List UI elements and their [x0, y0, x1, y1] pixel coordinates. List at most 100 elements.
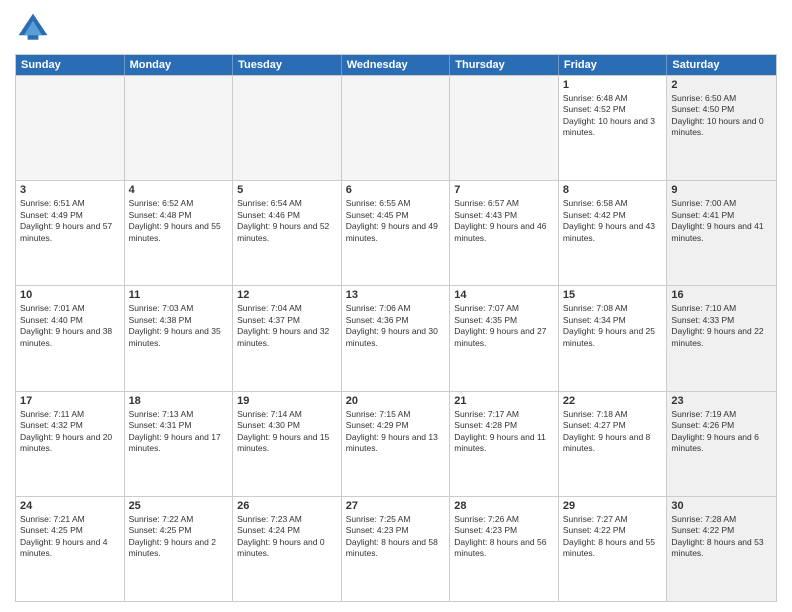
logo-icon	[15, 10, 51, 46]
weekday-header-monday: Monday	[125, 55, 234, 75]
day-number: 20	[346, 395, 446, 407]
calendar-cell-day-25: 25 Sunrise: 7:22 AM Sunset: 4:25 PM Dayli…	[125, 497, 234, 601]
calendar-cell-day-26: 26Sunrise: 7:23 AM Sunset: 4:24 PM Dayli…	[233, 497, 342, 601]
cell-info: Sunrise: 6:55 AM Sunset: 4:45 PM Dayligh…	[346, 198, 446, 244]
calendar-cell-day-29: 29 Sunrise: 7:27 AM Sunset: 4:22 PM Dayli…	[559, 497, 668, 601]
cell-info: Sunrise: 7:15 AM Sunset: 4:29 PM Dayligh…	[346, 409, 446, 455]
calendar-cell-day-23: 23Sunrise: 7:19 AM Sunset: 4:26 PM Dayli…	[667, 392, 776, 496]
day-number: 5	[237, 184, 337, 196]
calendar-cell-day-14: 14 Sunrise: 7:07 AM Sunset: 4:35 PM Dayli…	[450, 286, 559, 390]
cell-info: Sunrise: 7:18 AM Sunset: 4:27 PM Dayligh…	[563, 409, 663, 455]
cell-info: Sunrise: 6:51 AM Sunset: 4:49 PM Dayligh…	[20, 198, 120, 244]
cell-info: Sunrise: 7:03 AM Sunset: 4:38 PM Dayligh…	[129, 303, 229, 349]
cell-info: Sunrise: 7:14 AM Sunset: 4:30 PM Dayligh…	[237, 409, 337, 455]
cell-info: Sunrise: 7:10 AM Sunset: 4:33 PM Dayligh…	[671, 303, 772, 349]
calendar-cell-day-1: 1Sunrise: 6:48 AM Sunset: 4:52 PM Daylig…	[559, 76, 668, 180]
calendar-cell-day-20: 20 Sunrise: 7:15 AM Sunset: 4:29 PM Dayli…	[342, 392, 451, 496]
calendar-body: 1Sunrise: 6:48 AM Sunset: 4:52 PM Daylig…	[16, 75, 776, 601]
day-number: 18	[129, 395, 229, 407]
calendar-cell-day-17: 17 Sunrise: 7:11 AM Sunset: 4:32 PM Dayli…	[16, 392, 125, 496]
day-number: 11	[129, 289, 229, 301]
day-number: 12	[237, 289, 337, 301]
cell-info: Sunrise: 7:21 AM Sunset: 4:25 PM Dayligh…	[20, 514, 120, 560]
cell-info: Sunrise: 7:04 AM Sunset: 4:37 PM Dayligh…	[237, 303, 337, 349]
cell-info: Sunrise: 7:28 AM Sunset: 4:22 PM Dayligh…	[671, 514, 772, 560]
cell-info: Sunrise: 6:57 AM Sunset: 4:43 PM Dayligh…	[454, 198, 554, 244]
day-number: 10	[20, 289, 120, 301]
calendar-row-2: 10 Sunrise: 7:01 AM Sunset: 4:40 PM Dayli…	[16, 285, 776, 390]
calendar-cell-day-30: 30 Sunrise: 7:28 AM Sunset: 4:22 PM Dayli…	[667, 497, 776, 601]
calendar-cell-day-4: 4 Sunrise: 6:52 AM Sunset: 4:48 PM Daylig…	[125, 181, 234, 285]
day-number: 24	[20, 500, 120, 512]
calendar-cell-day-24: 24 Sunrise: 7:21 AM Sunset: 4:25 PM Dayli…	[16, 497, 125, 601]
calendar-row-4: 24 Sunrise: 7:21 AM Sunset: 4:25 PM Dayli…	[16, 496, 776, 601]
calendar-cell-day-19: 19 Sunrise: 7:14 AM Sunset: 4:30 PM Dayli…	[233, 392, 342, 496]
calendar-cell-day-21: 21 Sunrise: 7:17 AM Sunset: 4:28 PM Dayli…	[450, 392, 559, 496]
calendar-cell-day-18: 18Sunrise: 7:13 AM Sunset: 4:31 PM Dayli…	[125, 392, 234, 496]
calendar-cell-day-3: 3 Sunrise: 6:51 AM Sunset: 4:49 PM Daylig…	[16, 181, 125, 285]
day-number: 25	[129, 500, 229, 512]
cell-info: Sunrise: 7:27 AM Sunset: 4:22 PM Dayligh…	[563, 514, 663, 560]
page: SundayMondayTuesdayWednesdayThursdayFrid…	[0, 0, 792, 612]
logo	[15, 10, 55, 46]
day-number: 13	[346, 289, 446, 301]
cell-info: Sunrise: 6:52 AM Sunset: 4:48 PM Dayligh…	[129, 198, 229, 244]
calendar-cell-empty	[16, 76, 125, 180]
cell-info: Sunrise: 7:17 AM Sunset: 4:28 PM Dayligh…	[454, 409, 554, 455]
calendar-cell-day-2: 2 Sunrise: 6:50 AM Sunset: 4:50 PM Daylig…	[667, 76, 776, 180]
calendar-cell-day-15: 15 Sunrise: 7:08 AM Sunset: 4:34 PM Dayli…	[559, 286, 668, 390]
header	[15, 10, 777, 46]
cell-info: Sunrise: 7:22 AM Sunset: 4:25 PM Dayligh…	[129, 514, 229, 560]
calendar-cell-day-10: 10 Sunrise: 7:01 AM Sunset: 4:40 PM Dayli…	[16, 286, 125, 390]
day-number: 4	[129, 184, 229, 196]
calendar-cell-day-9: 9Sunrise: 7:00 AM Sunset: 4:41 PM Daylig…	[667, 181, 776, 285]
day-number: 14	[454, 289, 554, 301]
day-number: 27	[346, 500, 446, 512]
calendar-cell-day-16: 16 Sunrise: 7:10 AM Sunset: 4:33 PM Dayli…	[667, 286, 776, 390]
cell-info: Sunrise: 7:07 AM Sunset: 4:35 PM Dayligh…	[454, 303, 554, 349]
calendar-cell-day-7: 7 Sunrise: 6:57 AM Sunset: 4:43 PM Daylig…	[450, 181, 559, 285]
cell-info: Sunrise: 7:00 AM Sunset: 4:41 PM Dayligh…	[671, 198, 772, 244]
weekday-header-friday: Friday	[559, 55, 668, 75]
cell-info: Sunrise: 7:23 AM Sunset: 4:24 PM Dayligh…	[237, 514, 337, 560]
day-number: 30	[671, 500, 772, 512]
day-number: 21	[454, 395, 554, 407]
day-number: 17	[20, 395, 120, 407]
calendar-header: SundayMondayTuesdayWednesdayThursdayFrid…	[16, 55, 776, 75]
cell-info: Sunrise: 7:11 AM Sunset: 4:32 PM Dayligh…	[20, 409, 120, 455]
cell-info: Sunrise: 6:58 AM Sunset: 4:42 PM Dayligh…	[563, 198, 663, 244]
day-number: 28	[454, 500, 554, 512]
day-number: 8	[563, 184, 663, 196]
calendar-cell-day-11: 11 Sunrise: 7:03 AM Sunset: 4:38 PM Dayli…	[125, 286, 234, 390]
day-number: 29	[563, 500, 663, 512]
weekday-header-saturday: Saturday	[667, 55, 776, 75]
cell-info: Sunrise: 7:06 AM Sunset: 4:36 PM Dayligh…	[346, 303, 446, 349]
cell-info: Sunrise: 6:50 AM Sunset: 4:50 PM Dayligh…	[671, 93, 772, 139]
cell-info: Sunrise: 7:08 AM Sunset: 4:34 PM Dayligh…	[563, 303, 663, 349]
day-number: 3	[20, 184, 120, 196]
cell-info: Sunrise: 6:54 AM Sunset: 4:46 PM Dayligh…	[237, 198, 337, 244]
calendar: SundayMondayTuesdayWednesdayThursdayFrid…	[15, 54, 777, 602]
day-number: 22	[563, 395, 663, 407]
weekday-header-thursday: Thursday	[450, 55, 559, 75]
calendar-cell-day-12: 12 Sunrise: 7:04 AM Sunset: 4:37 PM Dayli…	[233, 286, 342, 390]
cell-info: Sunrise: 7:01 AM Sunset: 4:40 PM Dayligh…	[20, 303, 120, 349]
day-number: 15	[563, 289, 663, 301]
calendar-cell-empty	[233, 76, 342, 180]
calendar-cell-empty	[125, 76, 234, 180]
calendar-row-1: 3 Sunrise: 6:51 AM Sunset: 4:49 PM Daylig…	[16, 180, 776, 285]
cell-info: Sunrise: 7:26 AM Sunset: 4:23 PM Dayligh…	[454, 514, 554, 560]
day-number: 7	[454, 184, 554, 196]
day-number: 16	[671, 289, 772, 301]
calendar-cell-empty	[342, 76, 451, 180]
calendar-cell-day-27: 27 Sunrise: 7:25 AM Sunset: 4:23 PM Dayli…	[342, 497, 451, 601]
day-number: 19	[237, 395, 337, 407]
weekday-header-sunday: Sunday	[16, 55, 125, 75]
day-number: 2	[671, 79, 772, 91]
calendar-cell-day-28: 28 Sunrise: 7:26 AM Sunset: 4:23 PM Dayli…	[450, 497, 559, 601]
calendar-cell-empty	[450, 76, 559, 180]
day-number: 6	[346, 184, 446, 196]
calendar-cell-day-8: 8 Sunrise: 6:58 AM Sunset: 4:42 PM Daylig…	[559, 181, 668, 285]
calendar-cell-day-22: 22 Sunrise: 7:18 AM Sunset: 4:27 PM Dayli…	[559, 392, 668, 496]
cell-info: Sunrise: 7:25 AM Sunset: 4:23 PM Dayligh…	[346, 514, 446, 560]
